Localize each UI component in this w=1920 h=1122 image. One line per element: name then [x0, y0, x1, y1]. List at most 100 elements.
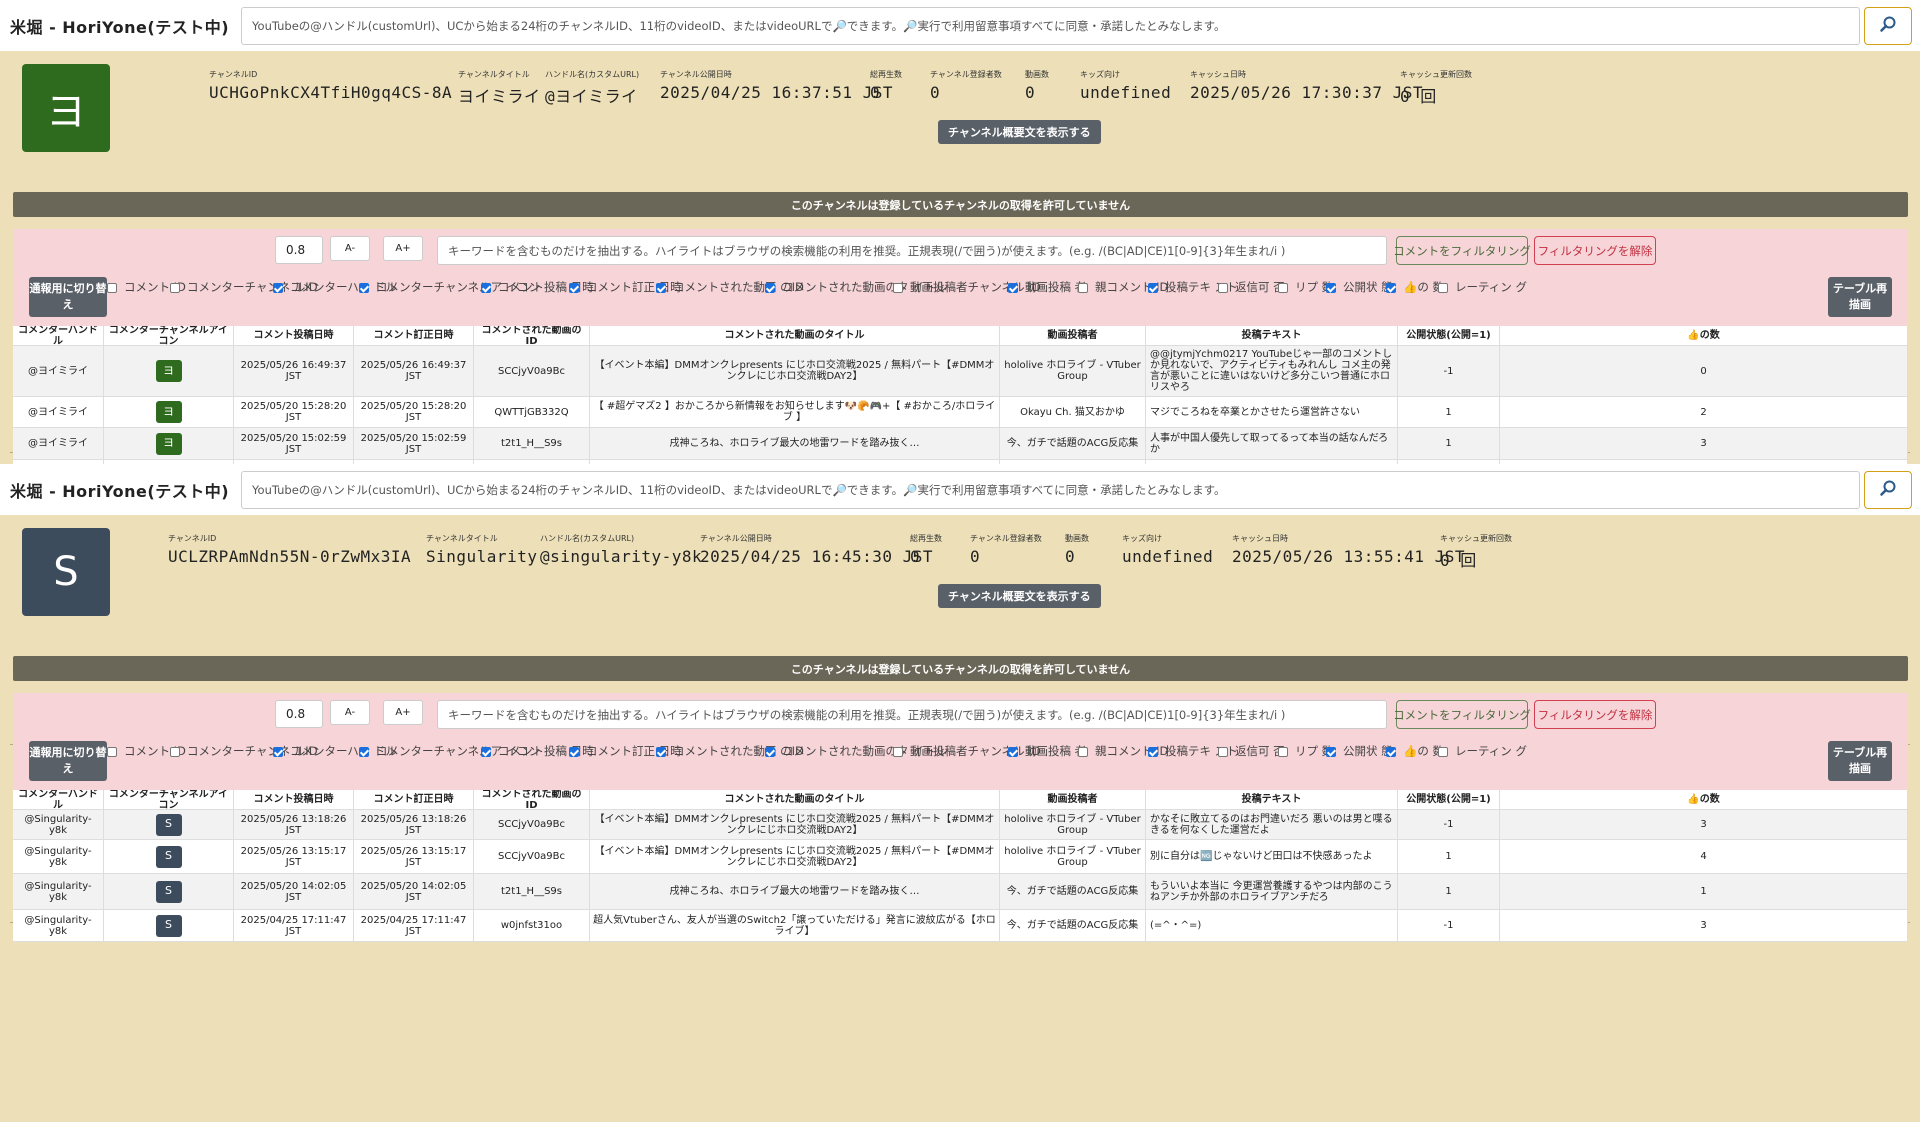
- checkbox-checked[interactable]: [765, 283, 775, 293]
- checkbox-unchecked[interactable]: [893, 747, 903, 757]
- column-header[interactable]: コメントされた動画のタイトル: [590, 790, 1000, 809]
- checkbox-checked[interactable]: [1008, 283, 1018, 293]
- checkbox-unchecked[interactable]: [1438, 283, 1448, 293]
- checkbox-checked[interactable]: [569, 747, 579, 757]
- column-header[interactable]: コメンターハンドル: [13, 326, 104, 345]
- column-header[interactable]: コメンターハンドル: [13, 790, 104, 809]
- checkbox-unchecked[interactable]: [107, 283, 117, 293]
- column-header[interactable]: 👍の数: [1500, 790, 1908, 809]
- column-toggle[interactable]: リプ 数: [1278, 279, 1333, 297]
- checkbox-unchecked[interactable]: [170, 747, 180, 757]
- search-button[interactable]: [1864, 470, 1912, 509]
- column-header[interactable]: コメント投稿日時: [234, 790, 354, 809]
- column-toggle[interactable]: レーティン グ: [1438, 743, 1527, 761]
- checkbox-checked[interactable]: [656, 283, 666, 293]
- meta-8: キャッシュ日時 2025/05/26 13:55:41 JST: [1232, 533, 1465, 566]
- keyword-filter-input[interactable]: キーワードを含むものだけを抽出する。ハイライトはブラウザの検索機能の利用を推奨。…: [437, 236, 1387, 265]
- column-header[interactable]: 投稿テキスト: [1146, 790, 1398, 809]
- clear-filter-button[interactable]: フィルタリングを解除: [1534, 700, 1656, 729]
- keyword-filter-input[interactable]: キーワードを含むものだけを抽出する。ハイライトはブラウザの検索機能の利用を推奨。…: [437, 700, 1387, 729]
- checkbox-checked[interactable]: [1326, 283, 1336, 293]
- font-decrease-button[interactable]: A-: [330, 236, 370, 261]
- checkbox-unchecked[interactable]: [1078, 283, 1088, 293]
- column-header[interactable]: コメントされた動画のID: [474, 790, 590, 809]
- column-header[interactable]: 投稿テキスト: [1146, 326, 1398, 345]
- checkbox-checked[interactable]: [1008, 747, 1018, 757]
- switch-report-mode-button[interactable]: 通報用に切り替え: [29, 277, 107, 317]
- column-header[interactable]: コメンターチャンネルアイコン: [104, 790, 234, 809]
- checkbox-unchecked[interactable]: [1278, 747, 1288, 757]
- meta-value: 2025/04/25 16:37:51 JST: [660, 83, 894, 102]
- column-header[interactable]: 動画投稿者: [1000, 326, 1146, 345]
- column-toggle[interactable]: 動画投稿 者: [1008, 743, 1086, 761]
- checkbox-unchecked[interactable]: [107, 747, 117, 757]
- search-button[interactable]: [1864, 6, 1912, 45]
- checkbox-checked[interactable]: [481, 747, 491, 757]
- column-toggle[interactable]: 公開状 態: [1326, 743, 1393, 761]
- commenter-avatar-icon[interactable]: S: [155, 880, 182, 903]
- font-decrease-button[interactable]: A-: [330, 700, 370, 725]
- commenter-avatar-icon[interactable]: ヨ: [155, 401, 182, 423]
- checkbox-checked[interactable]: [1148, 283, 1158, 293]
- column-header[interactable]: コメントされた動画のタイトル: [590, 326, 1000, 345]
- commenter-avatar-icon[interactable]: S: [155, 845, 182, 868]
- column-header[interactable]: コメント訂正日時: [354, 326, 474, 345]
- checkbox-checked[interactable]: [273, 283, 283, 293]
- checkbox-checked[interactable]: [1386, 747, 1396, 757]
- checkbox-checked[interactable]: [656, 747, 666, 757]
- column-header[interactable]: コメントされた動画のID: [474, 326, 590, 345]
- column-toggle[interactable]: レーティン グ: [1438, 279, 1527, 297]
- meta-label: チャンネル登録者数: [970, 534, 1042, 543]
- filter-comments-button[interactable]: コメントをフィルタリング: [1393, 236, 1531, 265]
- commenter-avatar-icon[interactable]: S: [155, 813, 182, 836]
- checkbox-checked[interactable]: [765, 747, 775, 757]
- checkbox-checked[interactable]: [1148, 747, 1158, 757]
- filter-comments-button[interactable]: コメントをフィルタリング: [1393, 700, 1531, 729]
- column-toggle[interactable]: 公開状 態: [1326, 279, 1393, 297]
- column-header[interactable]: 👍の数: [1500, 326, 1908, 345]
- column-toggle[interactable]: 👍の 数: [1386, 279, 1444, 297]
- clear-filter-button[interactable]: フィルタリングを解除: [1534, 236, 1656, 265]
- commenter-avatar-icon[interactable]: S: [155, 914, 182, 937]
- font-increase-button[interactable]: A+: [383, 236, 423, 261]
- channel-info: ヨ チャンネルID UCHGoPnkCX4TfiH0gq4CS-8A チャンネルタイト…: [0, 51, 1920, 161]
- checkbox-checked[interactable]: [1386, 283, 1396, 293]
- checkbox-unchecked[interactable]: [1438, 747, 1448, 757]
- column-header[interactable]: コメント訂正日時: [354, 790, 474, 809]
- checkbox-checked[interactable]: [481, 283, 491, 293]
- column-header[interactable]: コメンターチャンネルアイコン: [104, 326, 234, 345]
- checkbox-checked[interactable]: [359, 283, 369, 293]
- search-input[interactable]: YouTubeの@ハンドル(customUrl)、UCから始まる24桁のチャンネ…: [241, 470, 1860, 509]
- checkbox-checked[interactable]: [569, 283, 579, 293]
- column-toggle[interactable]: 動画投稿 者: [1008, 279, 1086, 297]
- column-toggle[interactable]: 返信可 否: [1218, 743, 1285, 761]
- checkbox-checked[interactable]: [359, 747, 369, 757]
- zoom-input[interactable]: 0.8: [275, 236, 323, 264]
- meta-value: 0 回: [1400, 87, 1437, 106]
- checkbox-unchecked[interactable]: [1078, 747, 1088, 757]
- commenter-avatar-icon[interactable]: ヨ: [155, 432, 182, 455]
- font-increase-button[interactable]: A+: [383, 700, 423, 725]
- checkbox-checked[interactable]: [273, 747, 283, 757]
- redraw-table-button[interactable]: テーブル再描画: [1828, 741, 1892, 781]
- redraw-table-button[interactable]: テーブル再描画: [1828, 277, 1892, 317]
- column-header[interactable]: 公開状態(公開=1): [1398, 326, 1500, 345]
- search-input[interactable]: YouTubeの@ハンドル(customUrl)、UCから始まる24桁のチャンネ…: [241, 6, 1860, 45]
- show-description-button[interactable]: チャンネル概要文を表示する: [938, 120, 1101, 144]
- column-toggle[interactable]: 👍の 数: [1386, 743, 1444, 761]
- checkbox-checked[interactable]: [1326, 747, 1336, 757]
- checkbox-unchecked[interactable]: [1218, 747, 1228, 757]
- column-header[interactable]: 動画投稿者: [1000, 790, 1146, 809]
- checkbox-unchecked[interactable]: [170, 283, 180, 293]
- checkbox-unchecked[interactable]: [1278, 283, 1288, 293]
- zoom-input[interactable]: 0.8: [275, 700, 323, 728]
- show-description-button[interactable]: チャンネル概要文を表示する: [938, 584, 1101, 608]
- checkbox-unchecked[interactable]: [1218, 283, 1228, 293]
- switch-report-mode-button[interactable]: 通報用に切り替え: [29, 741, 107, 781]
- column-toggle[interactable]: リプ 数: [1278, 743, 1333, 761]
- column-header[interactable]: 公開状態(公開=1): [1398, 790, 1500, 809]
- column-header[interactable]: コメント投稿日時: [234, 326, 354, 345]
- commenter-avatar-icon[interactable]: ヨ: [155, 360, 182, 382]
- checkbox-unchecked[interactable]: [893, 283, 903, 293]
- column-toggle[interactable]: 返信可 否: [1218, 279, 1285, 297]
